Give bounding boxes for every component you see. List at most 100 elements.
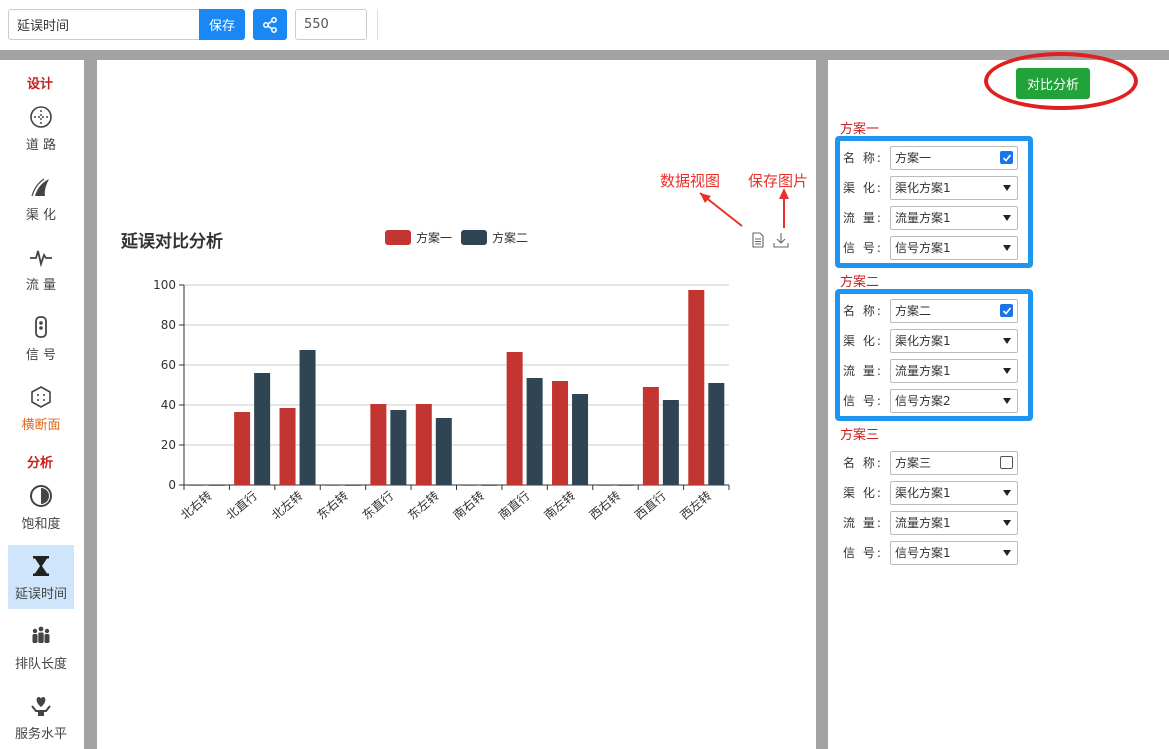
hourglass-icon <box>33 555 49 576</box>
sidebar-section-analysis: 分析 <box>26 456 53 471</box>
sidebar-item-label: 信 号 <box>25 347 57 363</box>
sidebar-item-flow[interactable]: 流 量 <box>8 236 74 300</box>
plan-3-flow-row: 流 量: 流量方案1 <box>843 510 1018 535</box>
sidebar-item-service-level[interactable]: 服务水平 <box>8 685 74 749</box>
plan-2-name-row: 名 称: 方案二 <box>843 298 1018 323</box>
chevron-down-icon <box>1003 214 1011 221</box>
channel-label: 渠 化: <box>843 486 883 500</box>
chevron-down-icon <box>1003 397 1011 404</box>
plan-1-channel-select[interactable]: 渠化方案1 <box>890 175 1018 200</box>
queue-people-icon <box>32 626 50 643</box>
sidebar-item-delay-time[interactable]: 延误时间 <box>8 545 74 609</box>
plan-1-flow-select[interactable]: 流量方案1 <box>890 205 1018 230</box>
plan-1-title: 方案一 <box>840 122 880 137</box>
right-panel: 对比分析 方案一 名 称: 方案一 渠 化: 渠化方案1 流 量: 流量方案1 <box>828 52 1169 749</box>
sidebar-item-saturation[interactable]: 饱和度 <box>8 475 74 539</box>
heart-hand-icon <box>31 696 51 716</box>
chevron-down-icon <box>1003 549 1011 556</box>
save-button[interactable]: 保存 <box>199 9 245 40</box>
select-value: 流量方案1 <box>895 364 951 378</box>
flow-label: 流 量: <box>843 211 883 225</box>
share-icon <box>263 16 277 33</box>
flow-label: 流 量: <box>843 516 883 530</box>
plan-1-checkbox[interactable] <box>1000 151 1013 164</box>
plan-2-title: 方案二 <box>840 275 880 290</box>
sidebar-item-label: 饱和度 <box>21 516 61 532</box>
signal-label: 信 号: <box>843 546 883 560</box>
sidebar-item-cross-section[interactable]: 横断面 <box>8 376 74 440</box>
select-value: 信号方案1 <box>895 546 951 560</box>
plan-2-box: 名 称: 方案二 渠 化: 渠化方案1 流 量: 流量方案1 信 号: 信号方案… <box>835 289 1033 421</box>
half-circle-icon <box>30 484 52 507</box>
name-label: 名 称: <box>843 151 883 165</box>
sidebar-item-signal[interactable]: 信 号 <box>8 306 74 370</box>
plan-1-name-row: 名 称: 方案一 <box>843 145 1018 170</box>
plan-2-channel-row: 渠 化: 渠化方案1 <box>843 328 1018 353</box>
traffic-light-icon <box>35 315 47 338</box>
number-input[interactable] <box>295 9 367 40</box>
plan-3-flow-select[interactable]: 流量方案1 <box>890 510 1018 535</box>
frame-divider-left <box>84 50 97 749</box>
plan-3-channel-select[interactable]: 渠化方案1 <box>890 480 1018 505</box>
chevron-down-icon <box>1003 489 1011 496</box>
sidebar-section-design: 设计 <box>26 77 53 92</box>
plan-1-flow-row: 流 量: 流量方案1 <box>843 205 1018 230</box>
plan-3-name-row: 名 称: 方案三 <box>843 450 1018 475</box>
title-input[interactable] <box>8 9 200 40</box>
plan-3-signal-row: 信 号: 信号方案1 <box>843 540 1018 565</box>
pulse-icon <box>30 250 52 267</box>
chevron-down-icon <box>1003 244 1011 251</box>
sidebar-item-label: 流 量 <box>25 277 57 293</box>
plan-name-value: 方案二 <box>895 304 932 318</box>
channel-label: 渠 化: <box>843 181 883 195</box>
sidebar-item-road[interactable]: 道 路 <box>8 96 74 160</box>
plan-1-signal-row: 信 号: 信号方案1 <box>843 235 1018 260</box>
chevron-down-icon <box>1003 184 1011 191</box>
name-label: 名 称: <box>843 456 883 470</box>
top-toolbar: 保存 <box>0 0 1169 50</box>
plan-2-channel-select[interactable]: 渠化方案1 <box>890 328 1018 353</box>
compare-analysis-button[interactable]: 对比分析 <box>1016 68 1090 99</box>
select-value: 流量方案1 <box>895 516 951 530</box>
frame-divider-right <box>816 50 828 749</box>
plan-1-name-input[interactable]: 方案一 <box>890 145 1018 170</box>
plan-name-value: 方案一 <box>895 151 932 165</box>
signal-label: 信 号: <box>843 394 883 408</box>
plan-3-checkbox[interactable] <box>1000 456 1013 469</box>
plan-1-box: 名 称: 方案一 渠 化: 渠化方案1 流 量: 流量方案1 信 号: 信号方案… <box>835 136 1033 268</box>
plan-2-flow-select[interactable]: 流量方案1 <box>890 358 1018 383</box>
sidebar-item-queue-length[interactable]: 排队长度 <box>8 615 74 679</box>
cross-section-icon <box>31 385 51 408</box>
sidebar-item-label: 横断面 <box>21 417 61 433</box>
chevron-down-icon <box>1003 337 1011 344</box>
plan-3-signal-select[interactable]: 信号方案1 <box>890 540 1018 565</box>
sidebar: 设计 道 路 渠 化 流 量 信 号 横断面 分析 饱和度 延误时间 排队长度 … <box>0 60 84 749</box>
plan-3-title: 方案三 <box>840 428 880 443</box>
plan-3-name-input[interactable]: 方案三 <box>890 450 1018 475</box>
chevron-down-icon <box>1003 519 1011 526</box>
sidebar-item-label: 排队长度 <box>14 656 67 672</box>
plan-2-checkbox[interactable] <box>1000 304 1013 317</box>
toolbar-divider <box>377 9 378 40</box>
channel-label: 渠 化: <box>843 334 883 348</box>
chart-panel: 0 20 40 60 80 100 北右转 北直行 北左转 东右转 东直行 东左转 南右转 南直行 南左转西… <box>97 60 816 749</box>
chevron-down-icon <box>1003 367 1011 374</box>
plan-2-signal-select[interactable]: 信号方案2 <box>890 388 1018 413</box>
plan-2-flow-row: 流 量: 流量方案1 <box>843 358 1018 383</box>
plan-1-channel-row: 渠 化: 渠化方案1 <box>843 175 1018 200</box>
select-value: 信号方案1 <box>895 241 951 255</box>
sidebar-item-label: 道 路 <box>25 137 57 153</box>
share-button[interactable] <box>253 9 287 40</box>
select-value: 信号方案2 <box>895 394 951 408</box>
channelization-icon <box>31 178 49 196</box>
sidebar-item-label: 延误时间 <box>14 586 67 602</box>
annotation-arrows <box>699 188 789 228</box>
signal-label: 信 号: <box>843 241 883 255</box>
sidebar-item-channelization[interactable]: 渠 化 <box>8 166 74 230</box>
flow-label: 流 量: <box>843 364 883 378</box>
select-value: 渠化方案1 <box>895 181 951 195</box>
plan-2-name-input[interactable]: 方案二 <box>890 298 1018 323</box>
road-circle-icon <box>30 105 52 128</box>
sidebar-item-label: 服务水平 <box>14 726 67 742</box>
plan-1-signal-select[interactable]: 信号方案1 <box>890 235 1018 260</box>
